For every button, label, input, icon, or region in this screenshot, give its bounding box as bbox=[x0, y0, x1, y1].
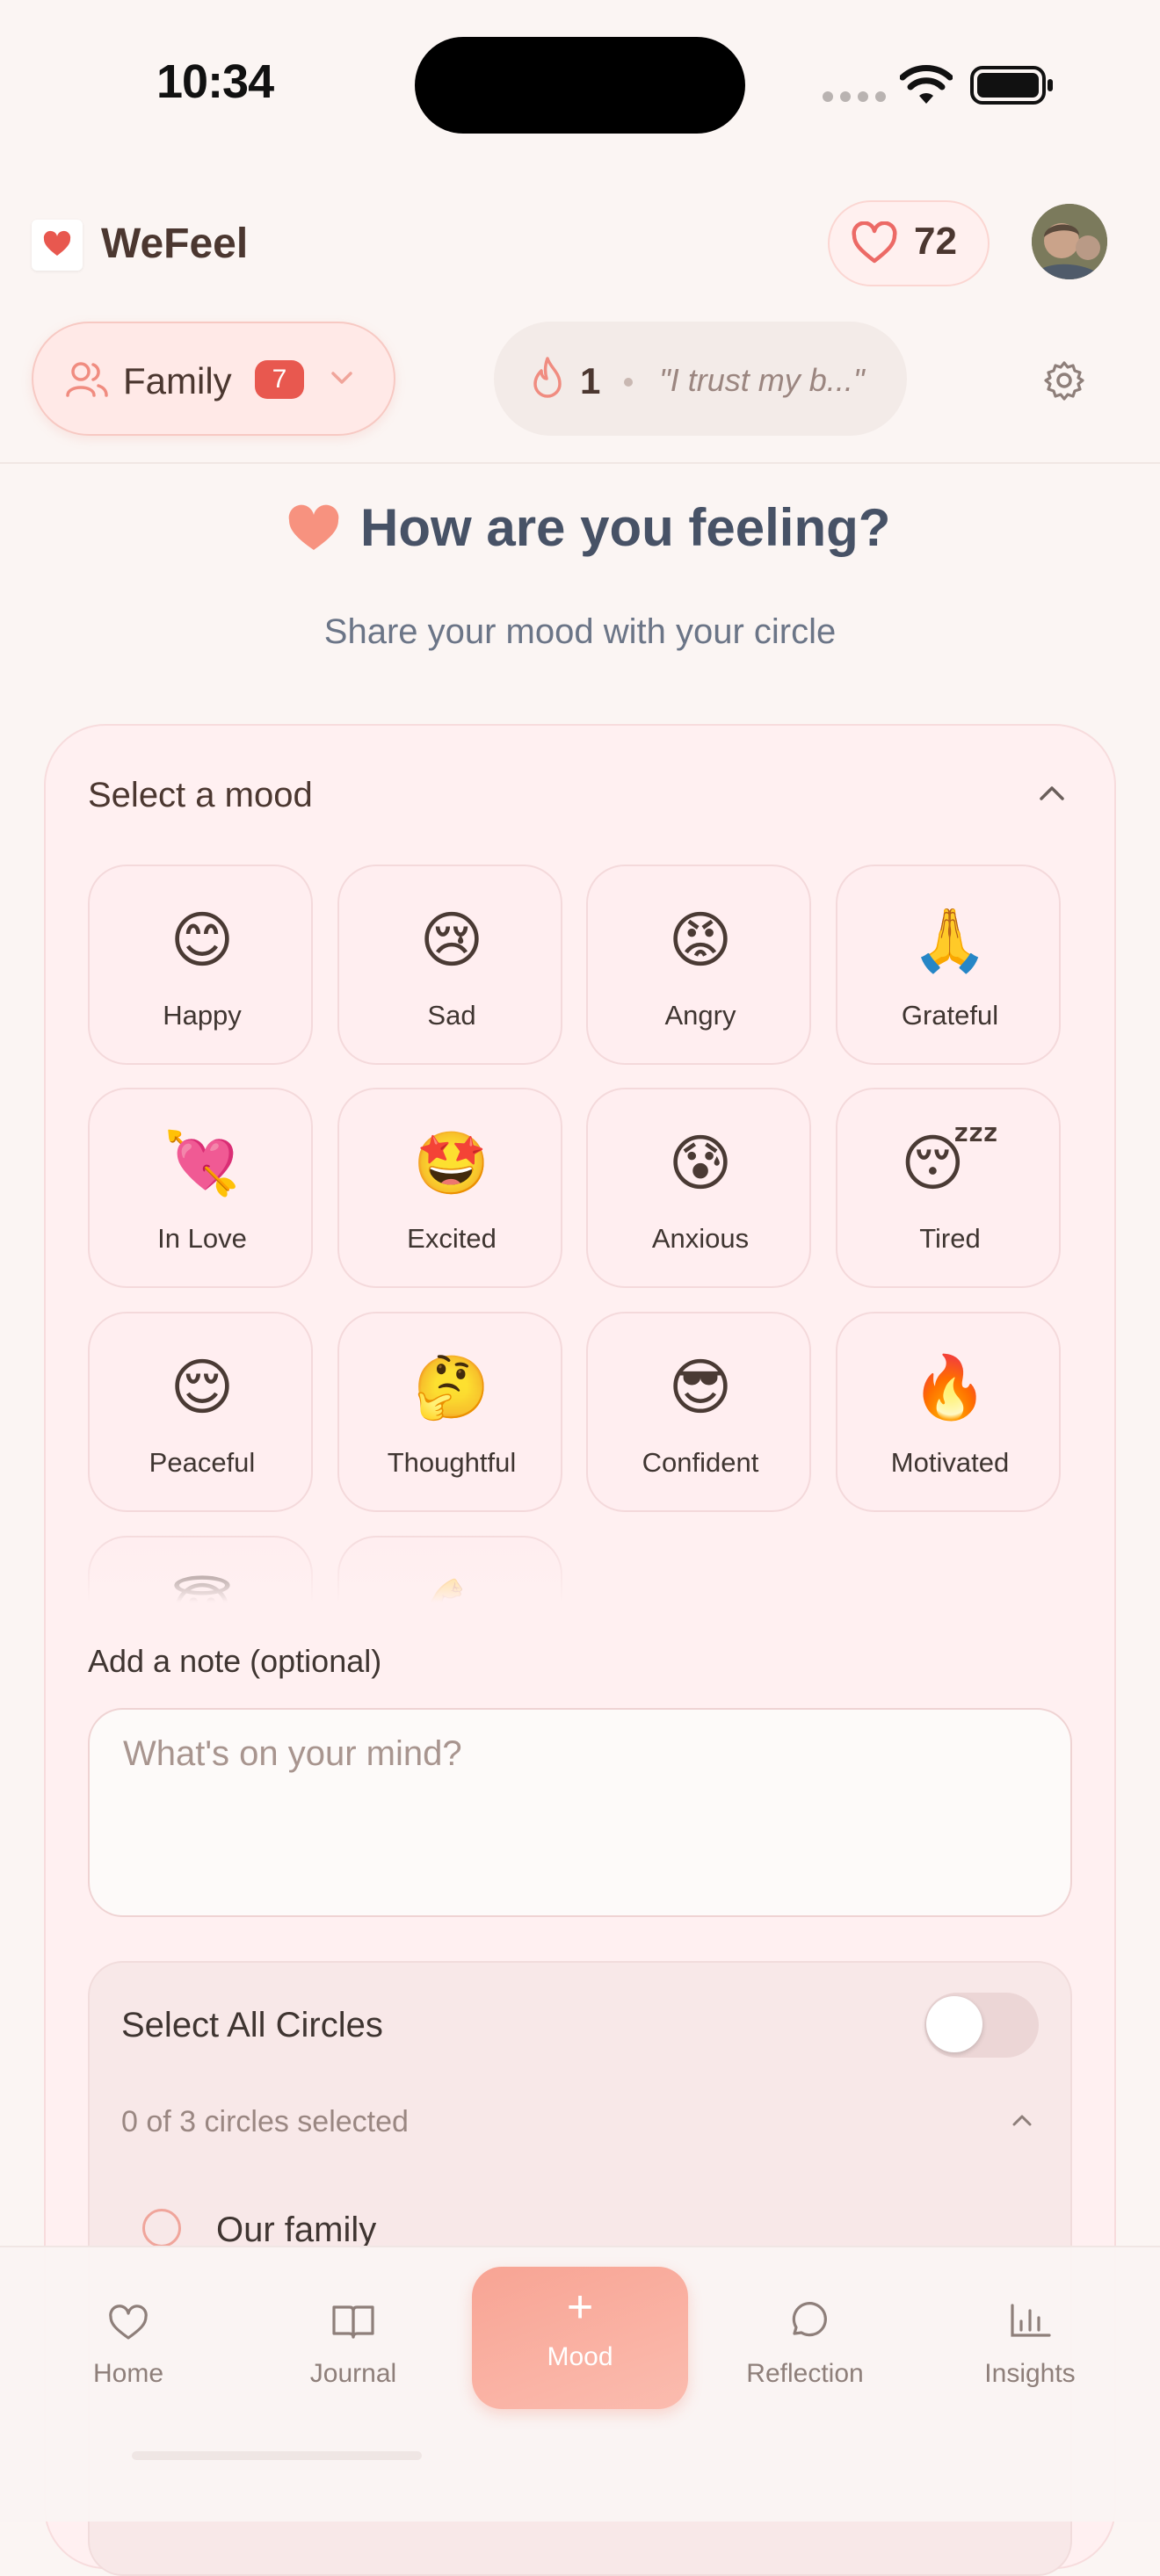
select-all-circles-label: Select All Circles bbox=[121, 2006, 383, 2044]
chat-bubble-icon bbox=[792, 2302, 827, 2337]
mood-option-anxious[interactable]: 😰 Anxious bbox=[586, 1088, 811, 1288]
mood-emoji: 🙏 bbox=[911, 906, 989, 974]
mood-option-thoughtful[interactable]: 🤔 Thoughtful bbox=[337, 1312, 562, 1512]
plus-icon: + bbox=[566, 2282, 594, 2333]
heart-outline-icon bbox=[852, 221, 897, 264]
note-input[interactable] bbox=[88, 1708, 1072, 1917]
mood-option-angry[interactable]: 😡 Angry bbox=[586, 865, 811, 1065]
mood-label: Excited bbox=[407, 1223, 497, 1254]
chevron-down-icon bbox=[331, 372, 352, 384]
nav-insights[interactable]: Insights bbox=[942, 2300, 1118, 2389]
status-time: 10:34 bbox=[156, 55, 274, 108]
mood-label: In Love bbox=[157, 1223, 247, 1254]
chevron-up-small-icon[interactable] bbox=[1009, 2110, 1035, 2130]
nav-journal-label: Journal bbox=[309, 2359, 397, 2388]
settings-gear-icon[interactable] bbox=[1044, 360, 1084, 401]
mood-label: Thoughtful bbox=[387, 1447, 517, 1478]
mood-emoji: 🤔 bbox=[413, 1353, 490, 1422]
heart-icon bbox=[288, 504, 339, 550]
likes-count: 72 bbox=[914, 220, 957, 263]
mood-emoji: 😢 bbox=[419, 906, 484, 974]
mood-label: Happy bbox=[163, 1000, 242, 1031]
avatar-photo bbox=[1032, 204, 1107, 279]
separator-dot bbox=[624, 378, 633, 387]
mood-emoji: 🤩 bbox=[413, 1129, 490, 1198]
user-avatar[interactable] bbox=[1032, 204, 1107, 279]
book-icon bbox=[332, 2305, 374, 2339]
streak-count: 1 bbox=[580, 360, 601, 402]
note-label: Add a note (optional) bbox=[88, 1643, 382, 1679]
app-name: WeFeel bbox=[101, 221, 249, 267]
mood-emoji: 😴 bbox=[900, 1129, 1000, 1198]
nav-reflection[interactable]: Reflection bbox=[717, 2300, 893, 2389]
app-logo bbox=[32, 220, 83, 271]
mood-label: Anxious bbox=[651, 1223, 750, 1254]
mood-label: Grateful bbox=[901, 1000, 999, 1031]
mood-emoji: 😰 bbox=[668, 1129, 733, 1198]
heart-icon bbox=[109, 2305, 148, 2340]
mood-label: Tired bbox=[919, 1223, 981, 1254]
mood-emoji: 😡 bbox=[668, 906, 733, 974]
signal-dots-icon bbox=[823, 91, 886, 102]
mood-option-excited[interactable]: 🤩 Excited bbox=[337, 1088, 562, 1288]
mood-emoji: 💘 bbox=[163, 1129, 241, 1198]
mood-grid-scroll-fade bbox=[79, 1529, 589, 1603]
mood-option-tired[interactable]: 😴 Tired bbox=[836, 1088, 1061, 1288]
mood-emoji: 🔥 bbox=[911, 1353, 989, 1422]
chevron-up-icon[interactable] bbox=[1037, 782, 1067, 805]
flame-icon bbox=[533, 357, 562, 398]
notification-badge: 7 bbox=[255, 360, 304, 399]
mood-label: Angry bbox=[664, 1000, 736, 1031]
mood-option-grateful[interactable]: 🙏 Grateful bbox=[836, 865, 1061, 1065]
toggle-knob bbox=[926, 1996, 982, 2052]
circle-name: Our family bbox=[216, 2211, 377, 2249]
bar-chart-icon bbox=[1011, 2304, 1051, 2337]
mood-option-sad[interactable]: 😢 Sad bbox=[337, 865, 562, 1065]
streak-quote: "I trust my b..." bbox=[659, 362, 865, 398]
mood-option-peaceful[interactable]: 😌 Peaceful bbox=[88, 1312, 313, 1512]
mood-emoji: 😊 bbox=[170, 906, 235, 974]
nav-reflection-label: Reflection bbox=[746, 2359, 864, 2388]
nav-mood-label: Mood bbox=[547, 2342, 613, 2371]
mood-option-in-love[interactable]: 💘 In Love bbox=[88, 1088, 313, 1288]
mood-option-confident[interactable]: 😎 Confident bbox=[586, 1312, 811, 1512]
users-icon bbox=[66, 362, 108, 397]
page-subtitle: Share your mood with your circle bbox=[323, 612, 837, 651]
mood-label: Peaceful bbox=[149, 1447, 256, 1478]
battery-icon bbox=[970, 66, 1053, 105]
page-title: How are you feeling? bbox=[360, 498, 891, 557]
nav-journal[interactable]: Journal bbox=[265, 2300, 441, 2389]
home-indicator bbox=[132, 2451, 422, 2460]
mood-label: Sad bbox=[427, 1000, 476, 1031]
nav-home-label: Home bbox=[92, 2359, 164, 2388]
select-mood-title: Select a mood bbox=[88, 776, 313, 814]
mood-emoji: 😎 bbox=[668, 1353, 733, 1422]
header-divider bbox=[0, 462, 1160, 464]
nav-home[interactable]: Home bbox=[40, 2300, 216, 2389]
mood-emoji: 😌 bbox=[170, 1353, 235, 1422]
dynamic-island bbox=[415, 37, 745, 134]
mood-option-happy[interactable]: 😊 Happy bbox=[88, 865, 313, 1065]
circle-radio[interactable] bbox=[142, 2209, 181, 2247]
mood-option-motivated[interactable]: 🔥 Motivated bbox=[836, 1312, 1061, 1512]
heart-logo-icon bbox=[43, 230, 71, 256]
nav-insights-label: Insights bbox=[984, 2359, 1076, 2388]
circle-selector-label: Family bbox=[123, 360, 232, 402]
wifi-icon bbox=[900, 65, 953, 104]
mood-label: Confident bbox=[642, 1447, 759, 1478]
circles-selected-count: 0 of 3 circles selected bbox=[121, 2105, 409, 2138]
mood-label: Motivated bbox=[890, 1447, 1010, 1478]
